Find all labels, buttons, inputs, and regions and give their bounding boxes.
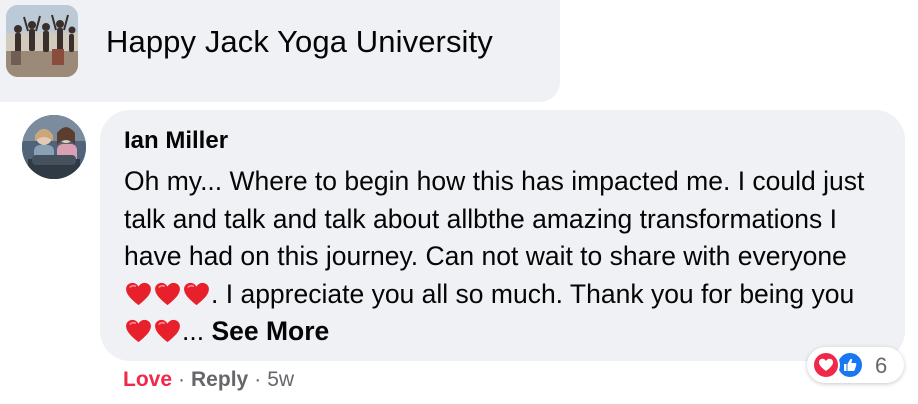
- red-heart-icon: [125, 282, 152, 306]
- group-name[interactable]: Happy Jack Yoga University: [106, 24, 493, 60]
- love-action-button[interactable]: Love: [123, 368, 172, 391]
- commenter-avatar[interactable]: [22, 115, 86, 179]
- see-more-link[interactable]: See More: [211, 316, 329, 346]
- red-heart-icon: [183, 282, 210, 306]
- separator-dot: ·: [254, 368, 262, 391]
- comment-bubble: Ian Miller Oh my... Where to begin how t…: [100, 110, 905, 361]
- separator-dot: ·: [178, 368, 186, 391]
- group-header-card[interactable]: Happy Jack Yoga University: [0, 0, 560, 102]
- comment-text-part2: . I appreciate you all so much. Thank yo…: [211, 278, 855, 309]
- group-photo-image: [6, 5, 78, 77]
- love-reaction-icon: [812, 351, 840, 379]
- reaction-summary[interactable]: 6: [807, 347, 904, 383]
- group-thumbnail[interactable]: [6, 5, 78, 77]
- comment-timestamp[interactable]: 5w: [267, 368, 294, 391]
- red-heart-icon: [154, 282, 181, 306]
- like-reaction-icon: [836, 351, 864, 379]
- reaction-count: 6: [875, 353, 888, 378]
- red-heart-icon: [125, 319, 152, 343]
- reply-button[interactable]: Reply: [191, 368, 248, 391]
- comment-text-part1: Oh my... Where to begin how this has imp…: [124, 166, 865, 271]
- avatar-photo-image: [22, 115, 86, 179]
- comment-actions: Love · Reply · 5w: [123, 368, 294, 392]
- comment-text-part3: ...: [182, 316, 212, 346]
- comment-body: Oh my... Where to begin how this has imp…: [124, 163, 869, 351]
- red-heart-icon: [154, 319, 181, 343]
- comment-author[interactable]: Ian Miller: [124, 127, 228, 155]
